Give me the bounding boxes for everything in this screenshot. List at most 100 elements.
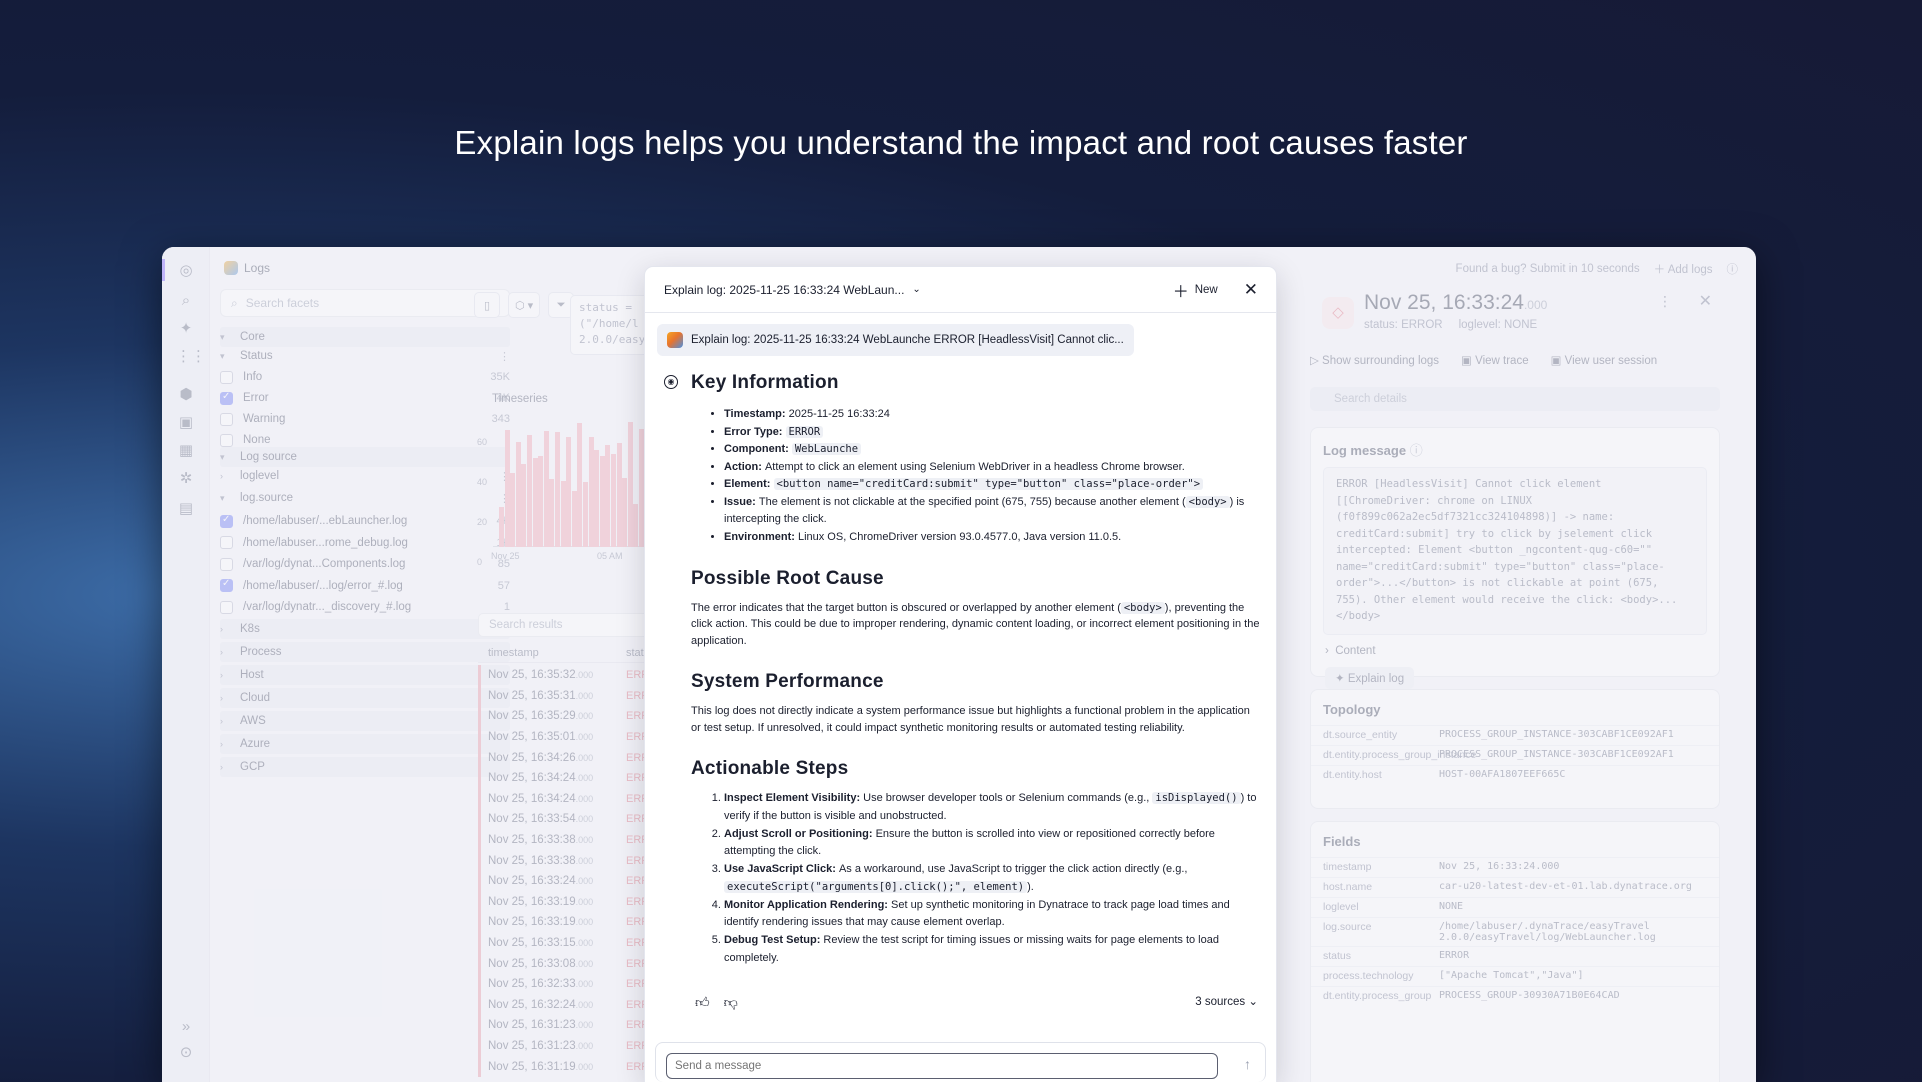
facet-group[interactable]: › AWS bbox=[220, 711, 510, 731]
checkbox[interactable] bbox=[220, 536, 233, 549]
key-info-item: Component: WebLaunche bbox=[724, 441, 1261, 459]
col-timestamp[interactable]: timestamp bbox=[478, 647, 539, 659]
new-chat-button[interactable]: ＋ New bbox=[1173, 278, 1218, 302]
dialog-title[interactable]: Explain log: 2025-11-25 16:33:24 WebLaun… bbox=[664, 283, 921, 297]
table-row[interactable]: Nov 25, 16:31:19.000ERROR bbox=[478, 1056, 658, 1077]
apps-grid-icon[interactable]: ⋮⋮ bbox=[176, 347, 206, 367]
close-icon[interactable]: ✕ bbox=[1699, 291, 1712, 311]
table-row[interactable]: Nov 25, 16:35:01.000ERROR bbox=[478, 726, 658, 748]
facet-group[interactable]: › Azure bbox=[220, 734, 510, 754]
table-row[interactable]: Nov 25, 16:33:08.000ERROR bbox=[478, 953, 658, 974]
table-row[interactable]: Nov 25, 16:33:38.000ERROR bbox=[478, 829, 658, 851]
checkbox[interactable] bbox=[220, 600, 233, 614]
table-row[interactable]: Nov 25, 16:33:19.000ERROR bbox=[478, 891, 658, 913]
y-tick-label: 40 bbox=[477, 477, 488, 487]
details-search-input[interactable]: Search details bbox=[1310, 387, 1720, 411]
message-input[interactable] bbox=[666, 1053, 1218, 1079]
query-filter[interactable]: status = ("/home/l 2.0.0/easy bbox=[570, 295, 654, 355]
details-action-button[interactable]: ▣ View trace bbox=[1461, 353, 1529, 367]
bug-report-link[interactable]: Found a bug? Submit in 10 seconds bbox=[1456, 263, 1640, 275]
table-row[interactable]: Nov 25, 16:33:54.000ERROR bbox=[478, 809, 658, 830]
field-key: timestamp bbox=[1323, 861, 1372, 873]
app-icon[interactable]: ▣ bbox=[176, 413, 196, 433]
checkbox[interactable] bbox=[220, 433, 233, 447]
expand-icon[interactable]: » bbox=[176, 1017, 196, 1037]
action-icon: ▷ bbox=[1310, 355, 1323, 367]
facet-source-item[interactable]: /home/labuser/...ebLauncher.log4K bbox=[220, 511, 510, 531]
facet-status-item[interactable]: Warning 343 bbox=[220, 409, 510, 429]
key-info-text: The element is not clickable at the spec… bbox=[758, 495, 1186, 508]
table-row[interactable]: Nov 25, 16:32:33.000ERROR bbox=[478, 973, 658, 995]
facet-group[interactable]: › Cloud bbox=[220, 688, 510, 708]
table-row[interactable]: Nov 25, 16:34:26.000ERROR bbox=[478, 747, 658, 768]
row-ms: .000 bbox=[575, 938, 594, 949]
info-icon[interactable]: ⓘ bbox=[1727, 261, 1739, 277]
table-row[interactable]: Nov 25, 16:33:19.000ERROR bbox=[478, 912, 658, 933]
table-row[interactable]: Nov 25, 16:34:24.000ERROR bbox=[478, 788, 658, 810]
facet-source-item[interactable]: /var/log/dynat...Components.log 85 bbox=[220, 554, 510, 574]
facet-group[interactable]: › K8s bbox=[220, 619, 510, 639]
facet-group[interactable]: › GCP bbox=[220, 757, 510, 777]
checkbox[interactable] bbox=[220, 412, 233, 426]
chart-bar bbox=[555, 431, 560, 547]
add-logs-button[interactable]: ＋ Add logs bbox=[1654, 261, 1713, 277]
toggle-panel-button[interactable]: ▯ bbox=[474, 292, 500, 318]
facet-group[interactable]: › Process bbox=[220, 642, 510, 662]
view-mode-button[interactable]: ⬡ ▾ bbox=[508, 292, 541, 318]
facet-logsource[interactable]: ▾log.source⋮ bbox=[220, 488, 510, 508]
checkbox[interactable] bbox=[220, 557, 233, 571]
action-label: Show surrounding logs bbox=[1322, 355, 1440, 367]
facets-search-input[interactable]: ⌕ Search facets ✎ bbox=[220, 289, 510, 317]
sources-toggle[interactable]: 3 sources ⌄ bbox=[1195, 994, 1258, 1008]
help-icon[interactable]: ⊙ bbox=[176, 1043, 196, 1063]
table-row[interactable]: Nov 25, 16:33:15.000ERROR bbox=[478, 932, 658, 954]
step-code: executeScript("arguments[0].click();", e… bbox=[724, 880, 1028, 893]
facet-group-log-source[interactable]: ▾ Log source bbox=[220, 447, 510, 467]
facet-group[interactable]: › Host bbox=[220, 665, 510, 685]
action-label: View trace bbox=[1475, 355, 1529, 367]
chart-bar bbox=[521, 464, 527, 547]
close-icon[interactable]: ✕ bbox=[1244, 281, 1258, 298]
step-item: Monitor Application Rendering: Set up sy… bbox=[724, 897, 1261, 932]
table-row[interactable]: Nov 25, 16:34:24.000ERROR bbox=[478, 767, 658, 789]
details-action-button[interactable]: ▣ View user session bbox=[1551, 353, 1658, 367]
table-row[interactable]: Nov 25, 16:31:23.000ERROR bbox=[478, 1035, 658, 1057]
logs-app-icon[interactable]: ▤ bbox=[176, 499, 196, 519]
table-row[interactable]: Nov 25, 16:35:32.000ERROR bbox=[478, 665, 658, 686]
more-icon[interactable]: ⋮ bbox=[499, 350, 510, 363]
checkbox[interactable] bbox=[220, 370, 233, 384]
table-row[interactable]: Nov 25, 16:35:29.000ERROR bbox=[478, 706, 658, 727]
facet-source-item[interactable]: /home/labuser/...log/error_#.log 57 bbox=[220, 576, 510, 596]
explain-log-button[interactable]: ✦ Explain log bbox=[1325, 667, 1415, 689]
content-toggle[interactable]: › Content bbox=[1311, 635, 1719, 667]
facet-loglevel[interactable]: ›loglevel⋮ bbox=[220, 466, 510, 486]
facet-status-item[interactable]: Info 35K bbox=[220, 367, 510, 387]
table-row[interactable]: Nov 25, 16:35:31.000ERROR bbox=[478, 685, 658, 707]
search-icon[interactable]: ⌕ bbox=[176, 291, 196, 311]
table-row[interactable]: Nov 25, 16:33:24.000ERROR bbox=[478, 870, 658, 892]
results-search-input[interactable]: Search results bbox=[478, 613, 658, 637]
checkbox[interactable] bbox=[220, 578, 233, 592]
checkbox[interactable] bbox=[220, 391, 233, 405]
y-tick-label: 0 bbox=[477, 557, 483, 567]
sparkle-icon[interactable]: ✦ bbox=[176, 319, 196, 339]
table-row[interactable]: Nov 25, 16:31:23.000ERROR bbox=[478, 1015, 658, 1036]
row-ms: .000 bbox=[575, 670, 594, 681]
dynatrace-logo-icon[interactable]: ◎ bbox=[176, 261, 196, 281]
details-action-button[interactable]: ▷ Show surrounding logs bbox=[1310, 353, 1439, 367]
facet-status[interactable]: ▾ Status ⋮ bbox=[220, 346, 510, 366]
thumbs-up-icon[interactable]: 👍︎ bbox=[695, 994, 710, 1011]
checkbox[interactable] bbox=[220, 514, 233, 528]
send-arrow-icon[interactable]: ↑ bbox=[1244, 1056, 1251, 1072]
cube-icon[interactable]: ⬢ bbox=[176, 385, 196, 405]
more-icon[interactable]: ⋮ bbox=[1658, 293, 1672, 310]
dashboard-icon[interactable]: ▦ bbox=[176, 441, 196, 461]
thumbs-down-icon[interactable]: 👎︎ bbox=[724, 994, 738, 1011]
facet-source-item[interactable]: /home/labuser...rome_debug.log1K bbox=[220, 533, 510, 553]
table-row[interactable]: Nov 25, 16:32:24.000ERROR bbox=[478, 994, 658, 1016]
facet-group-core[interactable]: ▾ Core bbox=[220, 327, 510, 347]
table-row[interactable]: Nov 25, 16:33:38.000ERROR bbox=[478, 850, 658, 871]
settings-icon[interactable]: ✲ bbox=[176, 469, 196, 489]
facet-source-item[interactable]: /var/log/dynatr..._discovery_#.log 1 bbox=[220, 597, 510, 617]
facet-status-item[interactable]: Error4K bbox=[220, 388, 510, 408]
